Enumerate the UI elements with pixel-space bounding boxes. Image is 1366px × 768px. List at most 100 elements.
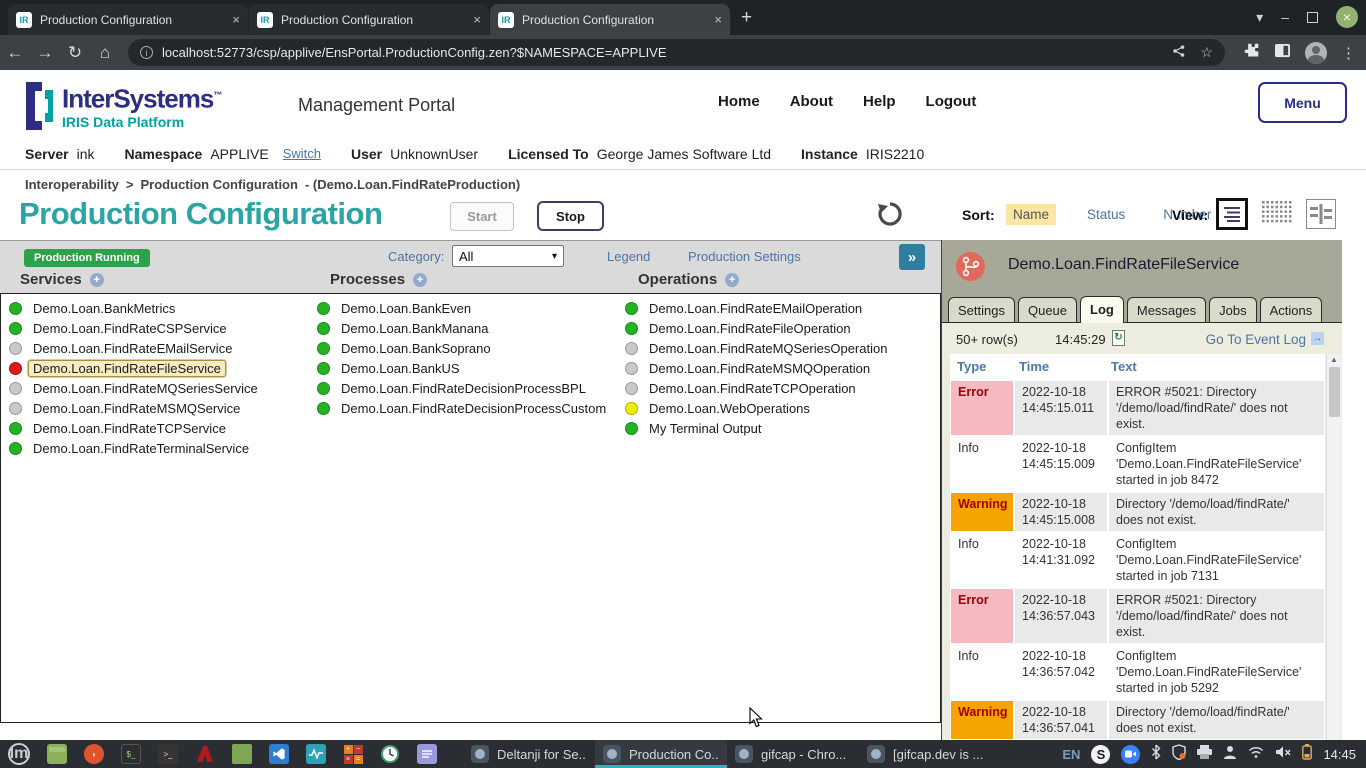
item-name[interactable]: Demo.Loan.FindRateDecisionProcessBPL — [336, 380, 591, 397]
panel-tab[interactable]: Jobs — [1209, 297, 1256, 322]
item-name[interactable]: My Terminal Output — [644, 420, 766, 437]
grid-view-icon[interactable] — [1261, 198, 1293, 230]
window-manager-icon[interactable] — [47, 744, 67, 764]
status-dot[interactable] — [9, 422, 22, 435]
status-dot[interactable] — [625, 362, 638, 375]
orange-app-icon[interactable]: ◗ — [84, 744, 104, 764]
side-panel-icon[interactable] — [1274, 43, 1291, 63]
operation-item[interactable]: Demo.Loan.WebOperations — [625, 398, 892, 418]
status-dot[interactable] — [317, 382, 330, 395]
keyboard-layout-indicator[interactable]: EN — [1062, 747, 1080, 762]
status-dot[interactable] — [317, 322, 330, 335]
process-item[interactable]: Demo.Loan.BankUS — [317, 358, 611, 378]
service-item[interactable]: Demo.Loan.FindRateCSPService — [9, 318, 263, 338]
firewall-shield-icon[interactable] — [1172, 744, 1186, 765]
window-close-button[interactable]: × — [1336, 6, 1358, 28]
status-dot[interactable] — [9, 442, 22, 455]
item-name[interactable]: Demo.Loan.BankUS — [336, 360, 465, 377]
process-item[interactable]: Demo.Loan.BankManana — [317, 318, 611, 338]
panel-tab[interactable]: Messages — [1127, 297, 1206, 322]
split-view-icon[interactable] — [1306, 199, 1336, 229]
process-item[interactable]: Demo.Loan.BankSoprano — [317, 338, 611, 358]
stop-button[interactable]: Stop — [537, 201, 604, 231]
item-name[interactable]: Demo.Loan.BankMetrics — [28, 300, 180, 317]
status-dot[interactable] — [9, 362, 22, 375]
item-name[interactable]: Demo.Loan.FindRateDecisionProcessCustom — [336, 400, 611, 417]
service-item[interactable]: Demo.Loan.FindRateMSMQService — [9, 398, 263, 418]
reload-button[interactable]: ↻ — [60, 43, 90, 63]
operation-item[interactable]: Demo.Loan.FindRateMSMQOperation — [625, 358, 892, 378]
switch-link[interactable]: Switch — [283, 146, 321, 161]
go-to-event-log-link[interactable]: Go To Event Log — [1206, 332, 1306, 347]
printer-icon[interactable] — [1197, 745, 1212, 764]
taskbar-window-button[interactable]: [gifcap.dev is ... — [859, 740, 991, 768]
panel-tab[interactable]: Settings — [948, 297, 1015, 322]
item-name[interactable]: Demo.Loan.WebOperations — [644, 400, 815, 417]
red-app-icon[interactable] — [195, 744, 215, 764]
nav-link[interactable]: Home — [718, 93, 760, 110]
panel-tab[interactable]: Actions — [1260, 297, 1323, 322]
item-name[interactable]: Demo.Loan.FindRateEMailService — [28, 340, 237, 357]
new-tab-button[interactable]: + — [741, 7, 752, 29]
file-manager-folder-icon[interactable] — [232, 744, 252, 764]
log-refresh-icon[interactable]: ↻ — [1112, 330, 1125, 346]
production-settings-link[interactable]: Production Settings — [688, 249, 801, 264]
status-dot[interactable] — [9, 382, 22, 395]
url-text[interactable]: localhost:52773/csp/applive/EnsPortal.Pr… — [162, 45, 1158, 60]
status-dot[interactable] — [625, 422, 638, 435]
taskbar-clock[interactable]: 14:45 — [1323, 747, 1356, 762]
item-name[interactable]: Demo.Loan.FindRateTCPService — [28, 420, 231, 437]
status-dot[interactable] — [625, 322, 638, 335]
tab-close-icon[interactable]: × — [714, 12, 722, 27]
share-icon[interactable] — [1172, 44, 1186, 61]
item-name[interactable]: Demo.Loan.FindRateTerminalService — [28, 440, 254, 457]
operation-item[interactable]: Demo.Loan.FindRateMQSeriesOperation — [625, 338, 892, 358]
legend-link[interactable]: Legend — [607, 249, 650, 264]
nav-link[interactable]: About — [790, 93, 833, 110]
item-name[interactable]: Demo.Loan.FindRateMSMQService — [28, 400, 245, 417]
status-dot[interactable] — [625, 342, 638, 355]
status-dot[interactable] — [317, 342, 330, 355]
status-dot[interactable] — [9, 342, 22, 355]
item-name[interactable]: Demo.Loan.BankManana — [336, 320, 493, 337]
vscode-icon[interactable] — [269, 744, 289, 764]
add-operation-button[interactable]: + — [725, 273, 739, 287]
panel-tab[interactable]: Queue — [1018, 297, 1077, 322]
window-restore-button[interactable] — [1307, 12, 1318, 23]
item-name[interactable]: Demo.Loan.FindRateFileService — [28, 360, 226, 377]
window-minimize-button[interactable]: – — [1281, 9, 1289, 25]
site-info-icon[interactable]: i — [140, 46, 153, 59]
nav-link[interactable]: Help — [863, 93, 896, 110]
wifi-icon[interactable] — [1248, 745, 1264, 763]
operation-item[interactable]: Demo.Loan.FindRateTCPOperation — [625, 378, 892, 398]
menu-button[interactable]: Menu — [1258, 82, 1347, 123]
item-name[interactable]: Demo.Loan.BankSoprano — [336, 340, 496, 357]
list-view-icon[interactable] — [1216, 198, 1248, 230]
sort-option[interactable]: Name — [1006, 204, 1056, 225]
service-item[interactable]: Demo.Loan.FindRateEMailService — [9, 338, 263, 358]
scroll-up-arrow[interactable]: ▲ — [1327, 355, 1341, 364]
add-process-button[interactable]: + — [413, 273, 427, 287]
item-name[interactable]: Demo.Loan.FindRateMQSeriesOperation — [644, 340, 892, 357]
service-item[interactable]: Demo.Loan.FindRateFileService — [9, 358, 263, 378]
start-button[interactable]: Start — [450, 202, 514, 231]
item-name[interactable]: Demo.Loan.BankEven — [336, 300, 476, 317]
item-name[interactable]: Demo.Loan.FindRateTCPOperation — [644, 380, 861, 397]
status-dot[interactable] — [317, 362, 330, 375]
zoom-tray-icon[interactable] — [1121, 745, 1140, 764]
external-link-icon[interactable]: → — [1311, 332, 1324, 345]
item-name[interactable]: Demo.Loan.FindRateFileOperation — [644, 320, 856, 337]
address-bar[interactable]: i localhost:52773/csp/applive/EnsPortal.… — [128, 39, 1225, 66]
home-button[interactable]: ⌂ — [90, 43, 120, 63]
calculator-icon[interactable]: +−×= — [343, 744, 363, 764]
system-monitor-icon[interactable] — [306, 744, 326, 764]
status-dot[interactable] — [625, 402, 638, 415]
status-dot[interactable] — [9, 402, 22, 415]
battery-icon[interactable] — [1302, 744, 1312, 765]
volume-muted-icon[interactable] — [1275, 745, 1291, 764]
service-item[interactable]: Demo.Loan.BankMetrics — [9, 298, 263, 318]
forward-button[interactable]: → — [30, 43, 60, 63]
status-dot[interactable] — [9, 302, 22, 315]
process-item[interactable]: Demo.Loan.FindRateDecisionProcessCustom — [317, 398, 611, 418]
item-name[interactable]: Demo.Loan.FindRateEMailOperation — [644, 300, 867, 317]
